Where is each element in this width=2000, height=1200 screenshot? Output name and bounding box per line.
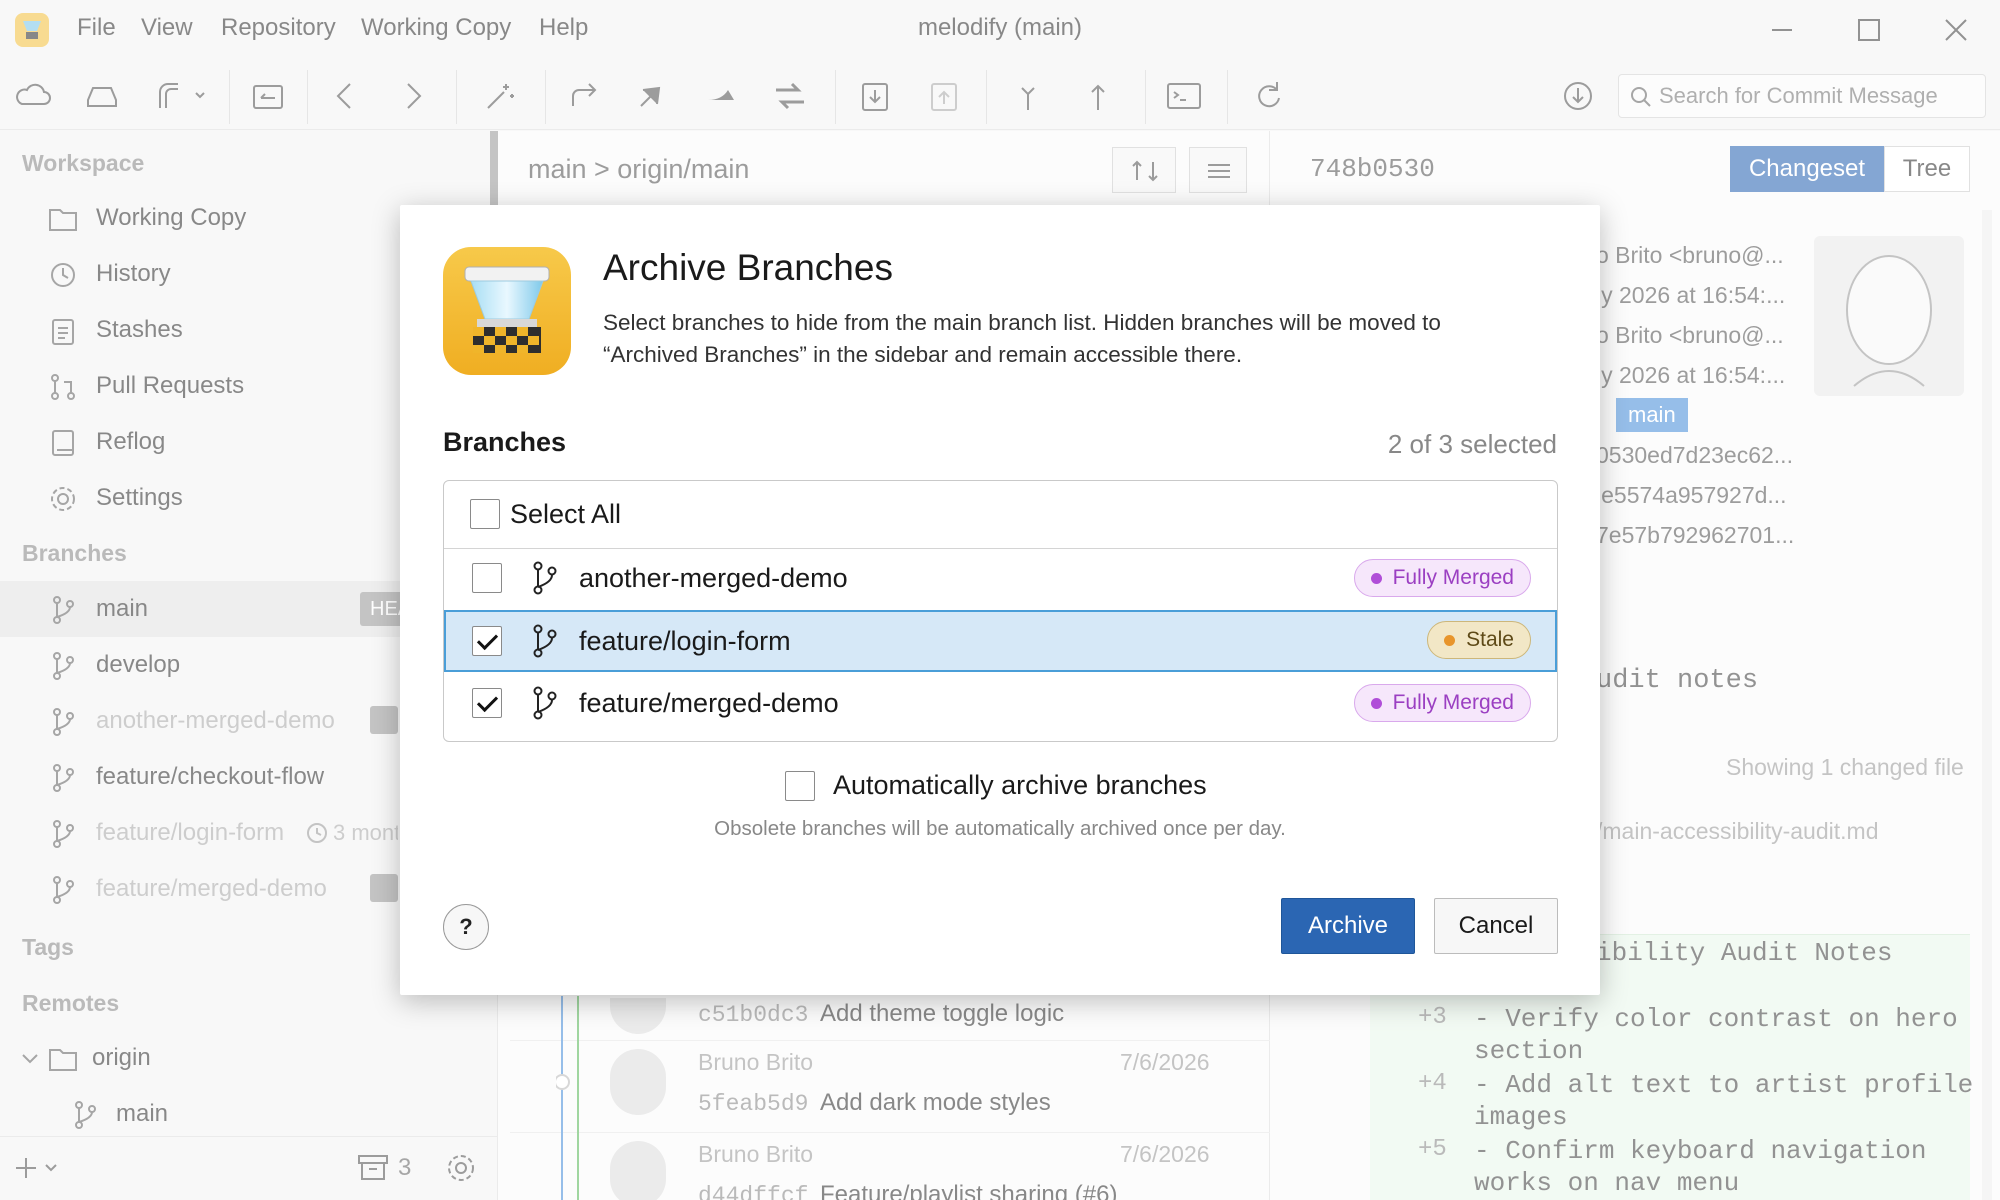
select-all-checkbox[interactable] [470, 499, 500, 529]
auto-archive-checkbox[interactable] [785, 771, 815, 801]
select-all-label: Select All [510, 499, 622, 529]
branch-checkbox[interactable] [472, 626, 502, 656]
status-badge: Fully Merged [1353, 559, 1531, 597]
branch-row-feature-merged-demo[interactable]: feature/merged-demo Fully Merged [444, 672, 1557, 741]
branches-label: Branches [443, 427, 567, 457]
branch-name: another-merged-demo [579, 563, 848, 593]
status-badge: Fully Merged [1353, 684, 1531, 722]
branch-checkbox[interactable] [472, 688, 502, 718]
branch-icon [532, 686, 558, 720]
app-logo-icon [443, 247, 571, 375]
archive-button[interactable]: Archive [1281, 898, 1415, 954]
cancel-button[interactable]: Cancel [1434, 898, 1558, 954]
select-all-row[interactable]: Select All [444, 481, 1557, 549]
branch-name: feature/merged-demo [579, 688, 839, 718]
archive-branches-dialog: Archive Branches Select branches to hide… [400, 205, 1600, 995]
dialog-title: Archive Branches [603, 247, 893, 288]
help-button[interactable]: ? [443, 904, 489, 950]
branch-row-another-merged-demo[interactable]: another-merged-demo Fully Merged [444, 549, 1557, 609]
branch-list: Select All another-merged-demo Fully Mer… [443, 480, 1558, 742]
auto-archive-label[interactable]: Automatically archive branches [833, 770, 1207, 801]
dialog-description: Select branches to hide from the main br… [603, 310, 1441, 367]
branch-checkbox[interactable] [472, 563, 502, 593]
branch-row-feature-login-form[interactable]: feature/login-form Stale [444, 610, 1557, 672]
branch-icon [532, 624, 558, 658]
auto-archive-hint: Obsolete branches will be automatically … [714, 817, 1286, 840]
branch-name: feature/login-form [579, 626, 791, 656]
branch-icon [532, 561, 558, 595]
selected-count: 2 of 3 selected [1387, 429, 1557, 459]
status-badge: Stale [1427, 621, 1531, 659]
